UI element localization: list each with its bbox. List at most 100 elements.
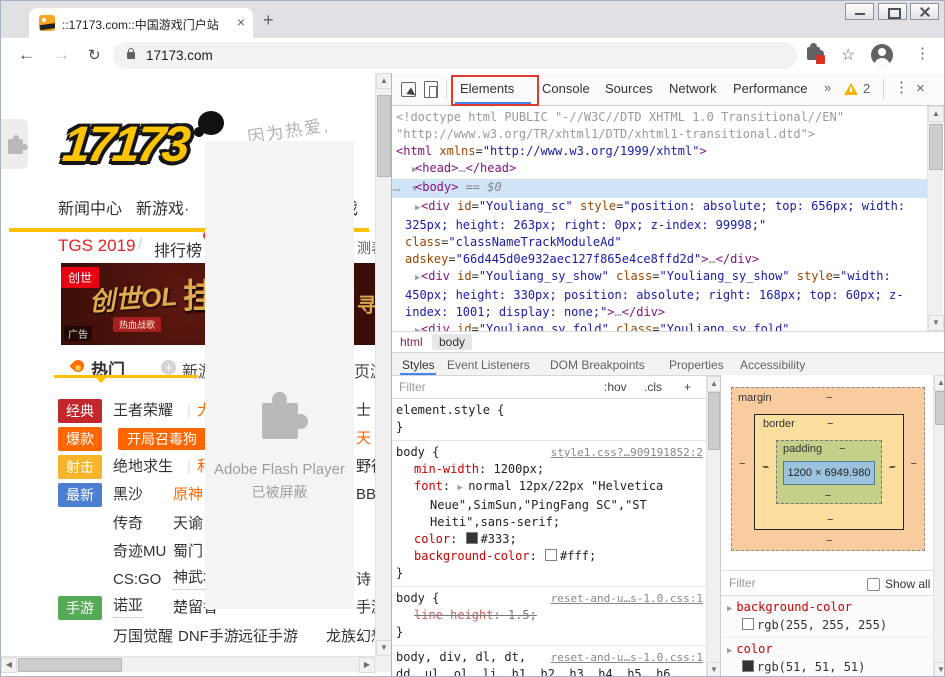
computed-property[interactable]: ▶colorrgb(51, 51, 51) [721, 638, 934, 677]
expand-arrow-icon[interactable]: ▶ [727, 604, 732, 614]
stylesheet-link[interactable]: reset-and-u…s-1.0.css:1 [551, 590, 703, 607]
link-test-schedule-partial[interactable]: 测表 [357, 238, 375, 258]
browser-menu-icon[interactable]: ⋮ [915, 44, 930, 62]
tab-dom-breakpoints[interactable]: DOM Breakpoints [550, 358, 645, 372]
border-top-value[interactable]: − [827, 418, 833, 430]
dom-node[interactable]: <html xmlns="http://www.w3.org/1999/xhtm… [392, 143, 927, 160]
tab-sources[interactable]: Sources [605, 81, 653, 96]
tab-console[interactable]: Console [542, 81, 590, 96]
box-model-border[interactable]: border − − − − padding − − − − 1200 × 69… [754, 414, 904, 530]
stylesheet-link[interactable]: reset-and-u…s-1.0.css:1 [551, 649, 703, 666]
toggle-hover-state[interactable]: :hov [604, 380, 627, 394]
margin-left-value[interactable]: − [739, 458, 745, 470]
inspect-element-icon[interactable] [401, 82, 416, 97]
styles-scrollbar[interactable]: ▲ ▼ [706, 376, 720, 677]
border-bottom-value[interactable]: − [827, 514, 833, 526]
game-link-partial[interactable]: 诗 [356, 567, 375, 593]
padding-right-value[interactable]: − [889, 462, 895, 474]
tab-web-games-partial[interactable]: 页游 [354, 358, 375, 382]
dom-node[interactable]: ▶<div id="Youliang_sy_show" class="Youli… [392, 268, 927, 321]
expand-arrow-icon[interactable]: ▶ [457, 483, 468, 493]
scrollbar-thumb[interactable] [18, 658, 122, 672]
game-link[interactable]: DNF手游 [178, 624, 239, 650]
game-link[interactable]: 传奇 [113, 511, 143, 537]
css-property[interactable]: color: #333; [396, 531, 703, 548]
close-window-button[interactable] [910, 3, 939, 20]
game-link-partial[interactable]: 手游 [356, 595, 375, 621]
game-link[interactable]: 开局召毒狗 [118, 428, 206, 450]
scroll-up-icon[interactable]: ▲ [934, 375, 945, 391]
devtools-close-icon[interactable]: × [916, 80, 925, 97]
rule-selector[interactable]: element.style { [396, 403, 504, 417]
game-link-partial[interactable]: BBQ [356, 482, 375, 508]
breadcrumb-html[interactable]: html [400, 335, 423, 349]
expand-arrow-icon[interactable]: ▼ [404, 181, 415, 198]
game-link[interactable]: 天谕 [173, 511, 203, 537]
game-link[interactable]: 远征手游 [238, 624, 298, 650]
devtools-menu-icon[interactable]: ⋮ [894, 78, 909, 96]
warning-icon[interactable] [844, 83, 858, 95]
css-property[interactable]: line-height: 1.5; [396, 607, 703, 624]
link-rankings[interactable]: 排行榜 [154, 237, 202, 261]
tab-performance[interactable]: Performance [733, 81, 807, 96]
game-link[interactable]: 奇迹MU [113, 539, 166, 565]
color-swatch[interactable] [466, 532, 478, 544]
scroll-up-icon[interactable]: ▲ [376, 73, 391, 89]
box-model-padding[interactable]: padding − − − − 1200 × 6949.980 [776, 440, 882, 504]
breadcrumb-body[interactable]: body [432, 334, 472, 350]
address-bar[interactable]: 17173.com [113, 42, 797, 69]
nav-item-news[interactable]: 新闻中心 [58, 195, 122, 219]
maximize-button[interactable] [878, 3, 907, 20]
page-vertical-scrollbar[interactable]: ▲ ▼ [375, 73, 391, 656]
css-property[interactable]: font: ▶ normal 12px/22px "Helvetica Neue… [396, 478, 703, 531]
game-link-partial[interactable]: 天 [356, 426, 375, 452]
game-link[interactable]: CS:GO [113, 567, 161, 593]
browser-tab[interactable]: ::17173.com::中国游戏门户站 × [29, 8, 253, 38]
game-link-partial[interactable]: 野行 [356, 454, 375, 480]
category-badge[interactable]: 爆款 [58, 427, 102, 451]
flash-blocked-overlay[interactable]: Adobe Flash Player 已被屏蔽 [205, 141, 354, 609]
dom-scrollbar[interactable]: ▲ ▼ [927, 106, 943, 331]
scrollbar-thumb[interactable] [377, 95, 391, 177]
scroll-up-icon[interactable]: ▲ [707, 376, 721, 392]
tab-network[interactable]: Network [669, 81, 717, 96]
game-link[interactable]: 万国觉醒 [113, 624, 173, 650]
game-link[interactable]: 黑沙 [113, 482, 143, 508]
category-badge[interactable]: 手游 [58, 596, 102, 620]
styles-filter-input[interactable] [397, 379, 581, 395]
back-button[interactable]: ← [18, 45, 35, 65]
css-property[interactable]: min-width: 1200px; [396, 461, 703, 478]
game-link[interactable]: 蜀门 [173, 539, 203, 565]
scroll-down-icon[interactable]: ▼ [376, 640, 391, 656]
game-link-partial[interactable]: 士 [356, 398, 375, 424]
bookmark-star-icon[interactable]: ☆ [841, 45, 855, 65]
dom-node[interactable]: <!doctype html PUBLIC "-//W3C//DTD XHTML… [392, 109, 927, 143]
scrollbar-thumb[interactable] [935, 391, 945, 425]
scroll-down-icon[interactable]: ▼ [934, 662, 945, 677]
warning-count[interactable]: 2 [863, 81, 870, 96]
computed-scrollbar[interactable]: ▲ ▼ [933, 375, 945, 677]
scroll-right-icon[interactable]: ▶ [359, 657, 375, 673]
color-swatch[interactable] [545, 549, 557, 561]
margin-right-value[interactable]: − [911, 458, 917, 470]
tab-close-icon[interactable]: × [237, 14, 245, 30]
profile-avatar[interactable] [871, 44, 893, 66]
new-tab-button[interactable]: + [263, 10, 274, 31]
toggle-class-editor[interactable]: .cls [644, 380, 662, 394]
padding-bottom-value[interactable]: − [825, 490, 831, 502]
expand-arrow-icon[interactable]: ▶ [410, 323, 421, 331]
reload-button[interactable]: ↻ [88, 46, 101, 64]
scroll-down-icon[interactable]: ▼ [707, 662, 721, 677]
box-model-content[interactable]: 1200 × 6949.980 [783, 461, 875, 485]
rule-selector[interactable]: body { [396, 591, 439, 605]
minimize-button[interactable] [845, 3, 874, 20]
margin-bottom-value[interactable]: − [826, 535, 832, 547]
nav-item-newgames[interactable]: 新游戏· [136, 195, 189, 219]
game-link[interactable]: 绝地求生 [113, 454, 173, 480]
expand-arrow-icon[interactable]: ▶ [404, 162, 415, 179]
scrollbar-thumb[interactable] [929, 124, 943, 170]
page-horizontal-scrollbar[interactable]: ◀ ▶ [1, 656, 375, 672]
margin-top-value[interactable]: − [826, 392, 832, 404]
new-style-rule-button[interactable]: + [684, 380, 691, 394]
more-tabs-icon[interactable]: » [824, 80, 831, 95]
